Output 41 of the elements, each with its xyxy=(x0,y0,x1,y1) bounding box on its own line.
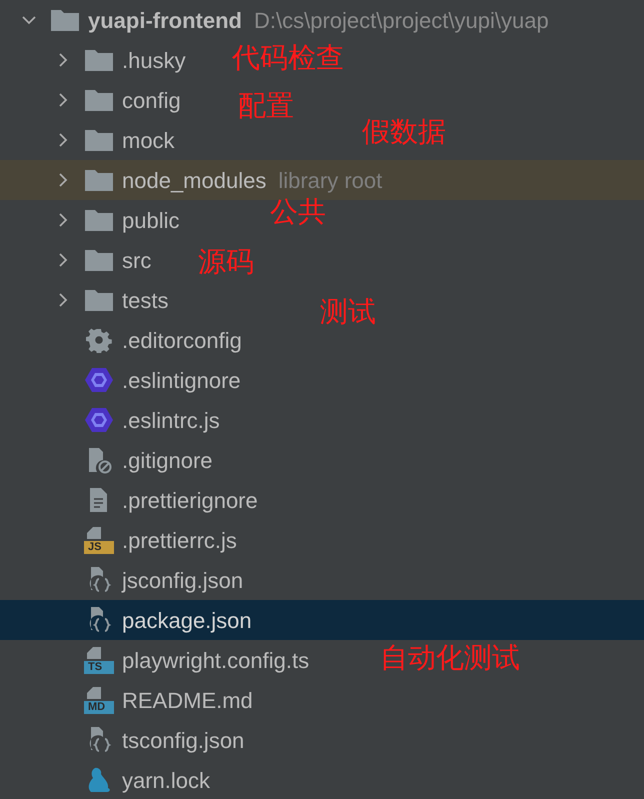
file-name[interactable]: playwright.config.ts xyxy=(122,644,310,676)
ignored-file-icon xyxy=(86,446,112,474)
folder-name[interactable]: tests xyxy=(122,284,168,316)
folder-icon xyxy=(85,49,113,71)
hexagon-icon xyxy=(85,407,113,433)
handwritten-note: 假数据 xyxy=(362,114,446,150)
folder-name[interactable]: src xyxy=(122,244,152,276)
folder-name[interactable]: .husky xyxy=(122,44,186,76)
handwritten-note: 代码检查 xyxy=(232,40,344,76)
folder-icon xyxy=(85,129,113,151)
file-name[interactable]: tsconfig.json xyxy=(122,724,244,756)
file-name[interactable]: package.json xyxy=(122,604,252,636)
file-name[interactable]: .eslintignore xyxy=(122,364,241,396)
library-root-hint: library root xyxy=(278,166,382,195)
folder-name[interactable]: config xyxy=(122,84,181,116)
folder-path: D:\cs\project\project\yupi\yuap xyxy=(254,6,549,35)
file-name[interactable]: .gitignore xyxy=(122,444,213,476)
file-name[interactable]: .editorconfig xyxy=(122,324,242,356)
handwritten-note: 自动化测试 xyxy=(380,640,520,676)
folder-icon xyxy=(85,209,113,231)
handwritten-note: 公共 xyxy=(270,194,326,230)
folder-name[interactable]: yuapi-frontend xyxy=(88,4,242,36)
file-name[interactable]: .prettierignore xyxy=(122,484,258,516)
file-name[interactable]: yarn.lock xyxy=(122,764,210,796)
folder-icon xyxy=(85,89,113,111)
folder-name[interactable]: node_modules xyxy=(122,164,266,196)
folder-name[interactable]: mock xyxy=(122,124,175,156)
handwritten-note: 源码 xyxy=(198,244,254,280)
folder-icon xyxy=(85,289,113,311)
hexagon-icon xyxy=(85,367,113,393)
folder-name[interactable]: public xyxy=(122,204,180,236)
gear-icon xyxy=(86,327,112,353)
folder-icon xyxy=(51,9,79,31)
file-name[interactable]: .prettierrc.js xyxy=(122,524,237,556)
file-name[interactable]: .eslintrc.js xyxy=(122,404,220,436)
folder-icon xyxy=(85,169,113,191)
file-name[interactable]: jsconfig.json xyxy=(122,564,244,596)
handwritten-note: 测试 xyxy=(320,294,376,330)
folder-icon xyxy=(85,249,113,271)
file-name[interactable]: README.md xyxy=(122,684,253,716)
handwritten-note: 配置 xyxy=(238,88,294,124)
